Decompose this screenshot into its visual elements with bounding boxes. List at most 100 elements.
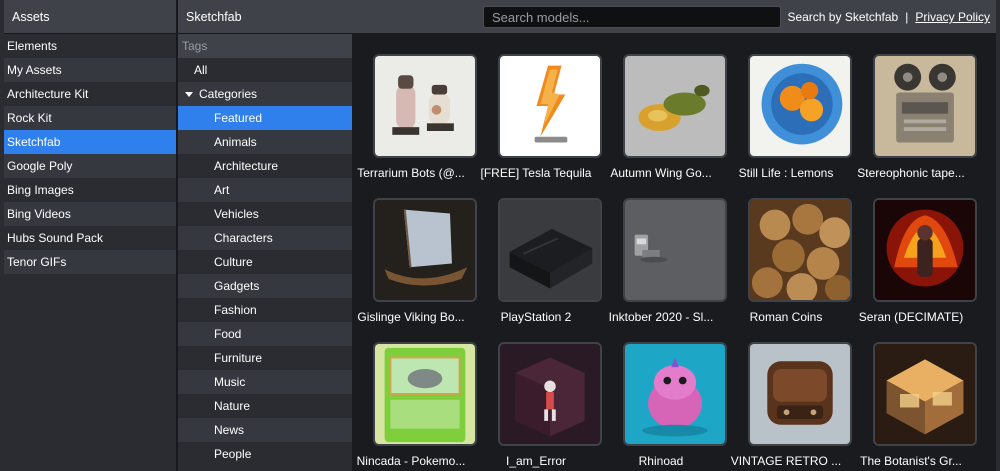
tag-all[interactable]: All [178, 58, 352, 82]
category-label: Nature [214, 399, 251, 413]
category-fashion[interactable]: Fashion [178, 298, 352, 322]
assets-item-my-assets[interactable]: My Assets [4, 58, 176, 82]
assets-item-label: Google Poly [7, 159, 73, 173]
assets-item-hubs-sound-pack[interactable]: Hubs Sound Pack [4, 226, 176, 250]
categories-toggle[interactable]: Categories [178, 82, 352, 106]
category-label: Fashion [214, 303, 257, 317]
category-food[interactable]: Food [178, 322, 352, 346]
model-thumbnail [748, 342, 852, 446]
caret-down-icon [185, 91, 193, 97]
assets-item-label: Elements [7, 39, 58, 53]
category-people[interactable]: People [178, 442, 352, 466]
category-featured[interactable]: Featured [178, 106, 352, 130]
assets-item-label: Tenor GIFs [7, 255, 67, 269]
assets-item-label: Bing Images [7, 183, 74, 197]
model-title: I_am_Error [505, 454, 567, 468]
category-label: Characters [214, 231, 273, 245]
category-furniture[interactable]: Furniture [178, 346, 352, 370]
assets-item-label: Sketchfab [7, 135, 61, 149]
model-thumbnail [373, 342, 477, 446]
category-label: Gadgets [214, 279, 260, 293]
category-label: Featured [214, 111, 263, 125]
model-card[interactable]: Nincada - Pokemo... [352, 342, 477, 468]
category-label: Food [214, 327, 242, 341]
assets-item-label: Rock Kit [7, 111, 52, 125]
assets-item-rock-kit[interactable]: Rock Kit [4, 106, 176, 130]
assets-item-elements[interactable]: Elements [4, 34, 176, 58]
category-nature[interactable]: Nature [178, 394, 352, 418]
model-card[interactable]: PlayStation 2 [477, 198, 602, 324]
model-card[interactable]: Still Life : Lemons [727, 54, 852, 180]
model-card[interactable]: Gislinge Viking Bo... [352, 198, 477, 324]
assets-item-label: Hubs Sound Pack [7, 231, 104, 245]
category-label: Animals [214, 135, 257, 149]
model-grid: Terrarium Bots (@... [FREE] Tesla Tequila… [352, 34, 996, 471]
model-thumbnail [873, 342, 977, 446]
category-label: Vehicles [214, 207, 259, 221]
assets-header: Assets [4, 0, 176, 34]
model-card[interactable]: Inktober 2020 - Sl... [602, 198, 727, 324]
assets-panel: Assets Elements My Assets Architecture Kit… [4, 0, 177, 471]
model-card[interactable]: Rhinoad [602, 342, 727, 468]
window-frame-right [996, 0, 1000, 471]
model-card[interactable]: I_am_Error [477, 342, 602, 468]
category-news[interactable]: News [178, 418, 352, 442]
assets-item-google-poly[interactable]: Google Poly [4, 154, 176, 178]
model-thumbnail [623, 198, 727, 302]
model-title: Autumn Wing Go... [610, 166, 712, 180]
model-title: Gislinge Viking Bo... [357, 310, 465, 324]
model-thumbnail [498, 342, 602, 446]
model-card[interactable]: Roman Coins [727, 198, 852, 324]
category-architecture[interactable]: Architecture [178, 154, 352, 178]
category-vehicles[interactable]: Vehicles [178, 202, 352, 226]
assets-item-sketchfab[interactable]: Sketchfab [4, 130, 176, 154]
model-title: Terrarium Bots (@... [357, 166, 465, 180]
model-thumbnail [498, 54, 602, 158]
model-thumbnail [748, 198, 852, 302]
model-title: Rhinoad [638, 454, 684, 468]
assets-item-bing-videos[interactable]: Bing Videos [4, 202, 176, 226]
model-thumbnail [623, 54, 727, 158]
model-card[interactable]: Stereophonic tape... [852, 54, 977, 180]
model-title: The Botanist's Gr... [860, 454, 962, 468]
model-thumbnail [623, 342, 727, 446]
model-title: [FREE] Tesla Tequila [480, 166, 592, 180]
model-title: Inktober 2020 - Sl... [608, 310, 714, 324]
categories-label: Categories [199, 87, 258, 101]
category-music[interactable]: Music [178, 370, 352, 394]
category-gadgets[interactable]: Gadgets [178, 274, 352, 298]
assets-item-architecture-kit[interactable]: Architecture Kit [4, 82, 176, 106]
model-card[interactable]: Terrarium Bots (@... [352, 54, 477, 180]
model-thumbnail [873, 198, 977, 302]
category-label: Architecture [214, 159, 279, 173]
category-art[interactable]: Art [178, 178, 352, 202]
sketchfab-header: Sketchfab Search by Sketchfab | Privacy … [178, 0, 996, 34]
category-label: News [214, 423, 245, 437]
tag-all-label: All [194, 63, 208, 77]
model-card[interactable]: The Botanist's Gr... [852, 342, 977, 468]
category-label: Art [214, 183, 230, 197]
tags-panel: Tags All Categories Featured Animals Archi… [178, 34, 352, 471]
model-card[interactable]: VINTAGE RETRO ... [727, 342, 852, 468]
tags-list: All Categories Featured Animals Architectu… [178, 58, 352, 466]
category-culture[interactable]: Culture [178, 250, 352, 274]
separator: | [905, 10, 909, 24]
category-characters[interactable]: Characters [178, 226, 352, 250]
privacy-policy-link[interactable]: Privacy Policy [915, 0, 990, 34]
model-title: Still Life : Lemons [738, 166, 834, 180]
category-animals[interactable]: Animals [178, 130, 352, 154]
assets-item-tenor-gifs[interactable]: Tenor GIFs [4, 250, 176, 274]
model-title: PlayStation 2 [500, 310, 572, 324]
model-card[interactable]: Autumn Wing Go... [602, 54, 727, 180]
model-card[interactable]: Seran (DECIMATE) [852, 198, 977, 324]
model-card[interactable]: [FREE] Tesla Tequila [477, 54, 602, 180]
category-label: Music [214, 375, 246, 389]
tags-header: Tags [178, 34, 352, 58]
search-input[interactable] [483, 6, 781, 28]
model-thumbnail [873, 54, 977, 158]
assets-item-bing-images[interactable]: Bing Images [4, 178, 176, 202]
search-credit: Search by Sketchfab [787, 10, 899, 24]
assets-item-label: Bing Videos [7, 207, 71, 221]
category-label: People [214, 447, 252, 461]
category-label: Furniture [214, 351, 263, 365]
